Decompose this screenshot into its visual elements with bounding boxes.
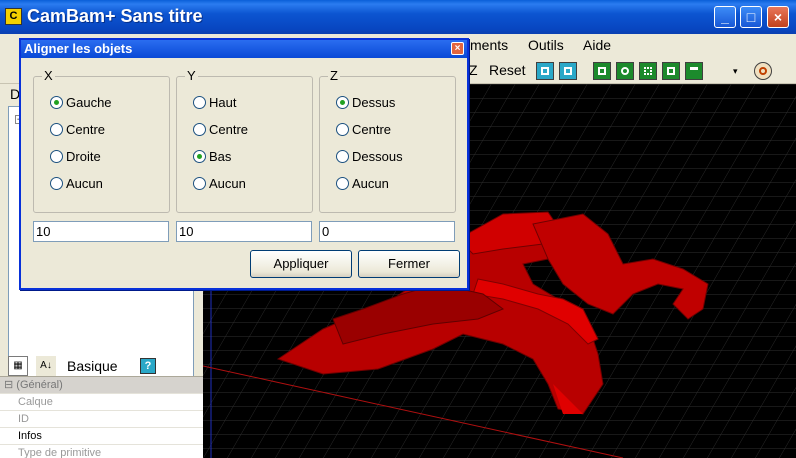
property-row[interactable]: ID: [0, 411, 203, 428]
dialog-close-icon[interactable]: ×: [451, 42, 464, 55]
drill-icon[interactable]: [639, 62, 657, 80]
cambam-logo-icon: C: [5, 8, 22, 25]
main-titlebar: C CamBam+ Sans titre _ □ ×: [0, 0, 796, 34]
minimize-button[interactable]: _: [714, 6, 736, 28]
categorized-view-icon[interactable]: ▦: [8, 356, 28, 376]
window-title: CamBam+ Sans titre: [27, 6, 203, 26]
collapse-icon[interactable]: ⊟: [4, 379, 13, 391]
property-row[interactable]: Infos: [0, 428, 203, 445]
z-view-button[interactable]: Z: [469, 62, 478, 78]
pocket-icon[interactable]: [593, 62, 611, 80]
dialog-titlebar[interactable]: Aligner les objets ×: [21, 40, 467, 58]
reset-view-button[interactable]: Reset: [489, 62, 526, 78]
circle-icon[interactable]: [616, 62, 634, 80]
apply-button[interactable]: Appliquer: [250, 250, 352, 278]
property-row[interactable]: Type de primitive: [0, 445, 203, 458]
target-icon[interactable]: [754, 62, 772, 80]
z-value-input[interactable]: [319, 221, 455, 242]
group-label-y: Y: [185, 68, 198, 83]
maximize-button[interactable]: □: [740, 6, 762, 28]
zoom-in-icon[interactable]: [536, 62, 554, 80]
y-align-group: Y Haut Centre Bas Aucun: [176, 68, 313, 213]
property-category[interactable]: ⊟ (Général): [0, 377, 203, 394]
toolbar-overflow-icon[interactable]: ▾: [733, 66, 741, 76]
menu-item-elements[interactable]: ments: [470, 37, 508, 53]
x-value-input[interactable]: [33, 221, 169, 242]
z-align-group: Z Dessus Centre Dessous Aucun: [319, 68, 456, 213]
menu-item-aide[interactable]: Aide: [583, 37, 611, 53]
property-row[interactable]: Calque: [0, 394, 203, 411]
align-objects-dialog: Aligner les objets × X Gauche Centre Dro…: [19, 38, 469, 290]
text-icon[interactable]: [685, 62, 703, 80]
close-dialog-button[interactable]: Fermer: [358, 250, 460, 278]
close-button[interactable]: ×: [767, 6, 789, 28]
group-label-z: Z: [328, 68, 340, 83]
x-align-group: X Gauche Centre Droite Aucun: [33, 68, 170, 213]
help-icon[interactable]: ?: [140, 358, 156, 374]
properties-grid: ⊟ (Général) Calque ID Infos Type de prim…: [0, 376, 203, 458]
zoom-icon[interactable]: [559, 62, 577, 80]
basique-toggle[interactable]: Basique: [67, 358, 118, 374]
profile-icon[interactable]: [662, 62, 680, 80]
group-label-x: X: [42, 68, 55, 83]
dialog-title: Aligner les objets: [24, 41, 133, 56]
alphabetical-sort-icon[interactable]: A↓: [36, 356, 56, 376]
menu-item-outils[interactable]: Outils: [528, 37, 564, 53]
y-value-input[interactable]: [176, 221, 312, 242]
